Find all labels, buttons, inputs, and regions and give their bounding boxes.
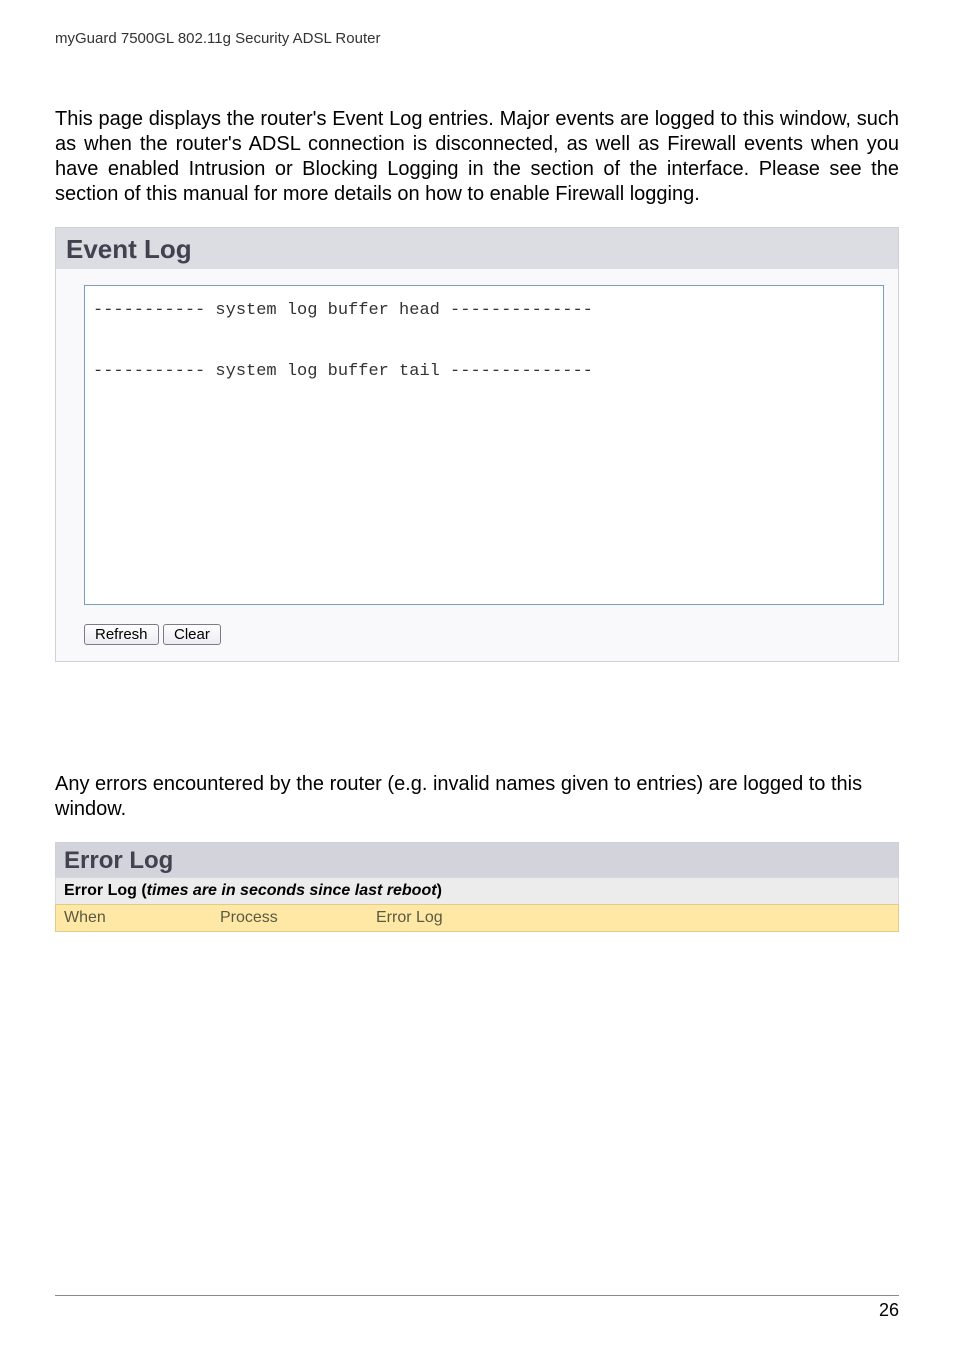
document-header: myGuard 7500GL 802.11g Security ADSL Rou… — [55, 30, 899, 47]
error-log-panel: Error Log Error Log (times are in second… — [55, 842, 899, 932]
event-log-buttons: Refresh Clear — [84, 624, 884, 645]
intro-paragraph: This page displays the router's Event Lo… — [55, 107, 899, 207]
refresh-button[interactable]: Refresh — [84, 624, 159, 645]
error-col-when: When — [56, 905, 212, 931]
footer-rule — [55, 1295, 899, 1296]
error-log-title: Error Log — [55, 842, 899, 877]
error-col-process: Process — [212, 905, 368, 931]
event-log-panel: Event Log Refresh Clear — [55, 227, 899, 662]
error-log-subtitle: Error Log (times are in seconds since la… — [55, 877, 899, 904]
clear-button[interactable]: Clear — [163, 624, 221, 645]
page-number: 26 — [879, 1300, 899, 1321]
error-col-error: Error Log — [368, 905, 898, 931]
error-subtitle-prefix: Error Log ( — [64, 882, 147, 899]
event-log-body: Refresh Clear — [56, 269, 898, 661]
error-log-columns: When Process Error Log — [55, 904, 899, 932]
error-subtitle-italic: times are in seconds since last reboot — [147, 882, 437, 899]
event-log-title: Event Log — [56, 228, 898, 269]
event-log-textarea[interactable] — [84, 285, 884, 605]
mid-paragraph: Any errors encountered by the router (e.… — [55, 772, 899, 822]
error-subtitle-suffix: ) — [437, 882, 442, 899]
